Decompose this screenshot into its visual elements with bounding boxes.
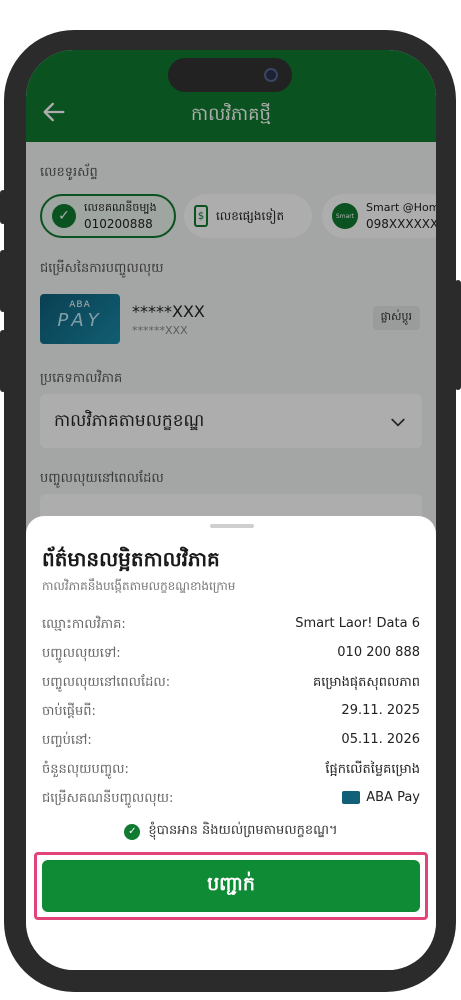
- phone-side-button: [0, 330, 6, 392]
- detail-row: បញ្ចូលលុយនៅពេលដែល: គម្រោងផុតសុពលភាព: [42, 674, 420, 694]
- schedule-details-sheet: ព័ត៌មានលម្អិតកាលវិភាគ កាលវិភាគនឹងបង្កើតត…: [26, 516, 436, 970]
- detail-value: ផ្អែកលើតម្លៃគម្រោង: [325, 762, 420, 777]
- camera-notch: [168, 58, 292, 92]
- detail-label: បញ្ចូលលុយទៅ:: [42, 646, 121, 661]
- sheet-subtitle: កាលវិភាគនឹងបង្កើតតាមលក្ខខណ្ឌខាងក្រោម: [42, 579, 236, 593]
- phone-side-button: [455, 280, 461, 390]
- check-icon: ✓: [124, 823, 141, 840]
- detail-label: បញ្ចូលលុយនៅពេលដែល:: [42, 675, 171, 690]
- sheet-drag-handle[interactable]: [210, 524, 254, 528]
- detail-row: បញ្ចប់នៅ: 05.11. 2026: [42, 732, 420, 752]
- detail-label: ឈ្មោះកាលវិភាគ:: [42, 617, 126, 632]
- detail-value: 05.11. 2026: [341, 732, 420, 747]
- phone-side-button: [0, 250, 6, 312]
- detail-label: ចាប់ផ្តើមពី:: [42, 704, 96, 719]
- detail-row: ឈ្មោះកាលវិភាគ: Smart Laor! Data 6: [42, 616, 420, 636]
- detail-row: ចំនួនលុយបញ្ចូល: ផ្អែកលើតម្លៃគម្រោង: [42, 761, 420, 781]
- detail-value: 29.11. 2025: [341, 703, 420, 718]
- phone-screen: កាលវិភាគថ្មី លេខទូរស័ព្ទ ✓ លេខគណនីចម្បង …: [26, 50, 436, 970]
- confirm-button[interactable]: បញ្ជាក់: [42, 860, 420, 912]
- detail-row: ចាប់ផ្តើមពី: 29.11. 2025: [42, 703, 420, 723]
- detail-value: គម្រោងផុតសុពលភាព: [312, 675, 420, 690]
- detail-value: 010 200 888: [337, 645, 420, 660]
- detail-label: ជម្រើសគណនីបញ្ចូលលុយ:: [42, 791, 174, 806]
- detail-label: ចំនួនលុយបញ្ចូល:: [42, 762, 129, 777]
- agree-checkbox[interactable]: ✓ ខ្ញុំបានអាន និងយល់ព្រមតាមលក្ខខណ្ឌ។: [26, 822, 436, 841]
- camera-icon: [264, 68, 278, 82]
- detail-label: បញ្ចប់នៅ:: [42, 733, 92, 748]
- agree-text: ខ្ញុំបានអាន និងយល់ព្រមតាមលក្ខខណ្ឌ។: [148, 823, 338, 838]
- phone-side-button: [0, 190, 6, 224]
- detail-value: ABA Pay: [342, 790, 420, 805]
- sheet-title: ព័ត៌មានលម្អិតកាលវិភាគ: [42, 547, 220, 571]
- detail-row: ជម្រើសគណនីបញ្ចូលលុយ: ABA Pay: [42, 790, 420, 810]
- detail-value: Smart Laor! Data 6: [295, 616, 420, 631]
- aba-pay-icon: [342, 791, 361, 804]
- detail-row: បញ្ចូលលុយទៅ: 010 200 888: [42, 645, 420, 665]
- detail-value-text: ABA Pay: [366, 790, 420, 805]
